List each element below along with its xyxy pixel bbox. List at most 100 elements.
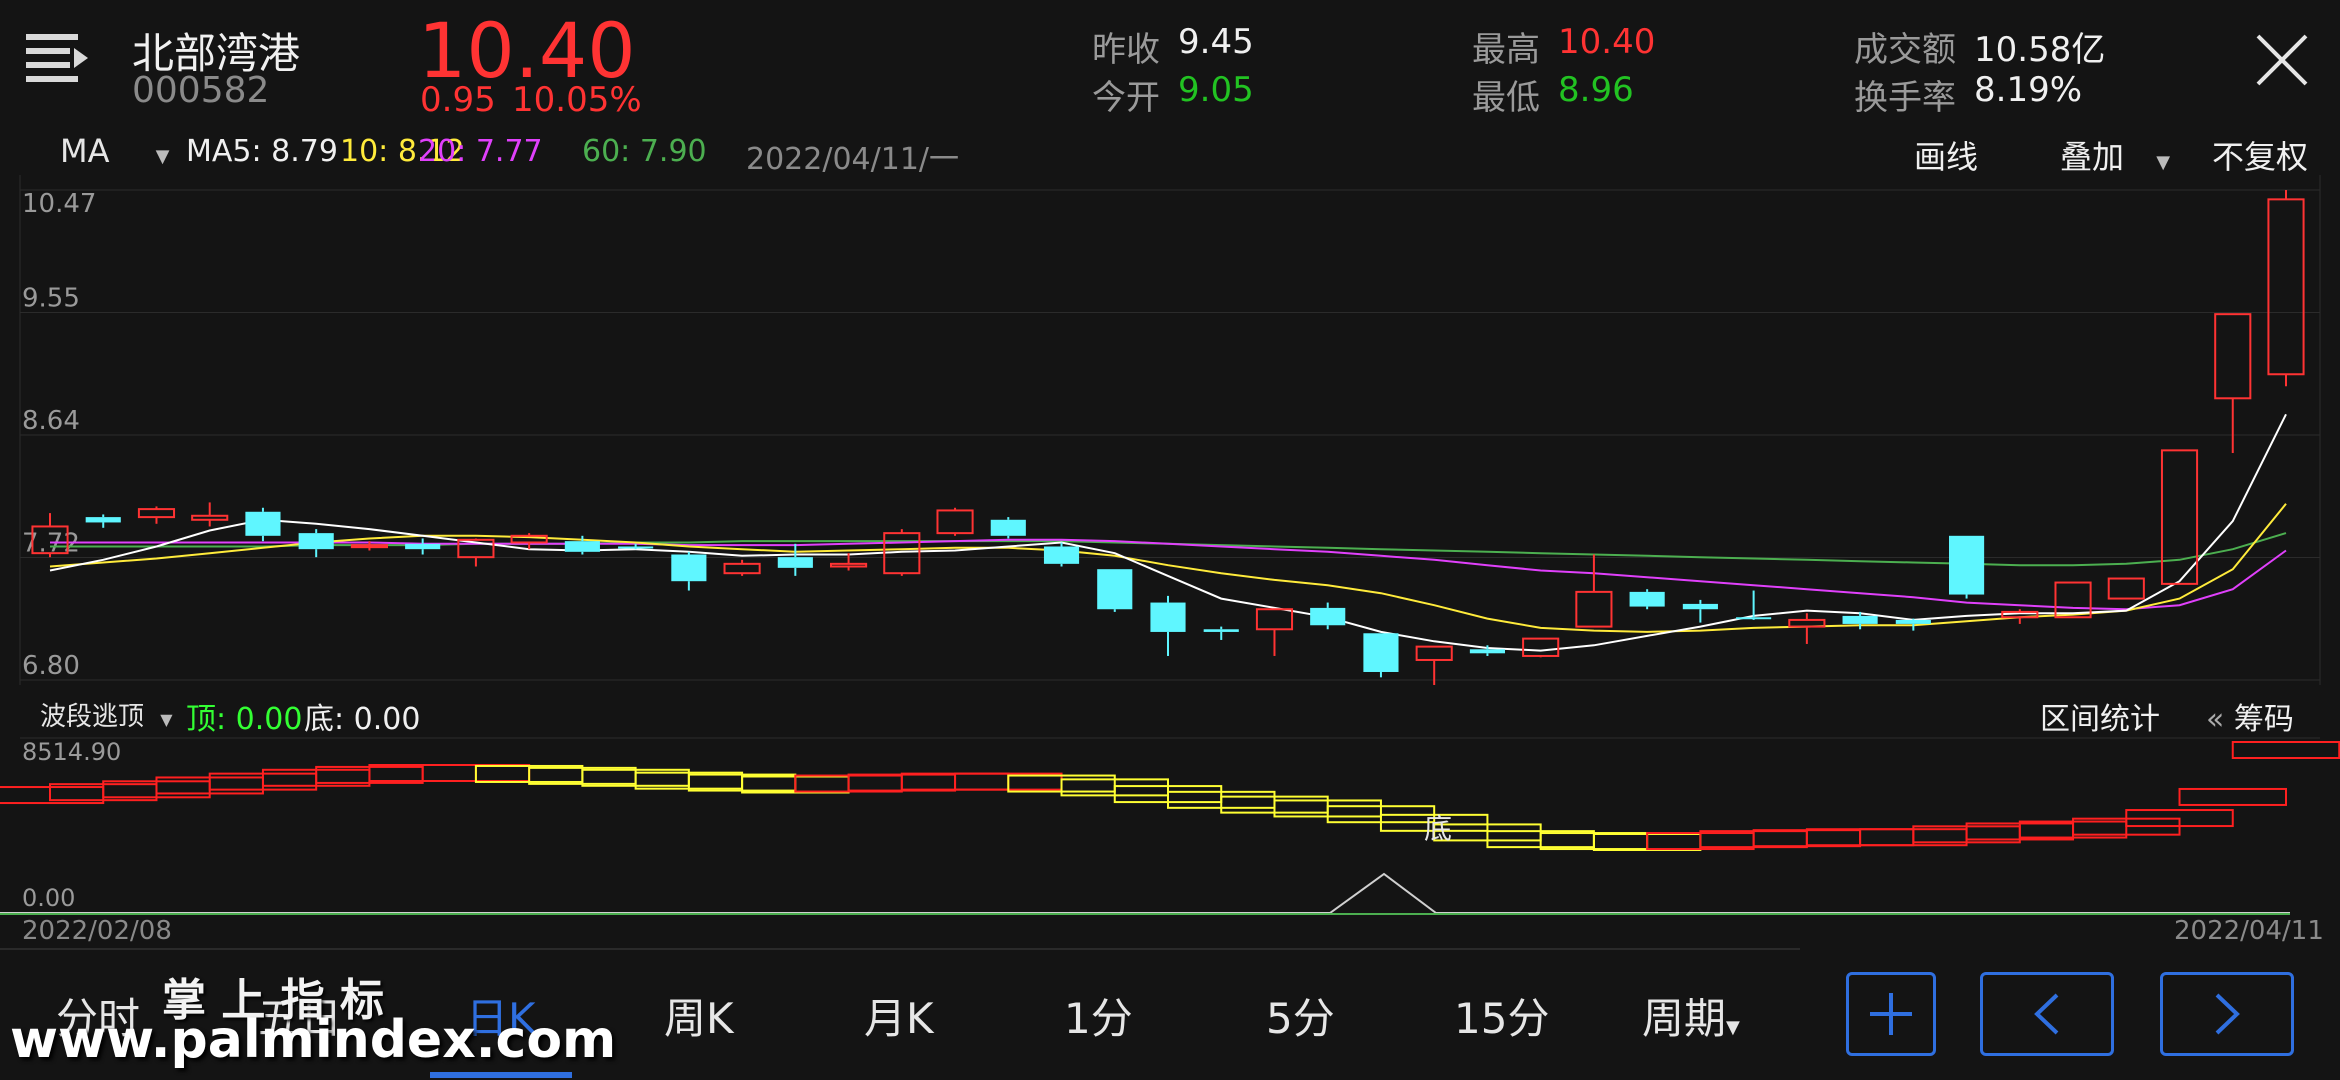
plus-icon (1870, 993, 1912, 1035)
prev-button[interactable] (1980, 972, 2114, 1056)
chevron-left-icon (2034, 993, 2059, 1035)
low-label: 最低 (1472, 78, 1540, 118)
candle-body (1522, 637, 1560, 657)
bottom-marker-label: 底 (1424, 812, 1452, 845)
candle (1788, 613, 1826, 644)
bottom-signal-line (0, 872, 2290, 914)
ma-selector-label: MA (60, 132, 110, 170)
candle-body (564, 541, 600, 552)
active-tab-indicator (430, 1072, 572, 1078)
prev-close-label: 昨收 (1092, 30, 1160, 70)
start-date: 2022/02/08 (22, 916, 172, 946)
candle (990, 517, 1026, 539)
candle-body (2107, 577, 2145, 600)
tab-period-label: 周期 (1642, 994, 1727, 1043)
turnover-label: 成交额 (1854, 30, 1956, 70)
candle-body (1736, 617, 1772, 620)
add-button[interactable] (1846, 972, 1936, 1056)
candle-body (1895, 619, 1931, 624)
candle (1363, 633, 1399, 678)
price-change-pct: 10.05% (512, 80, 642, 120)
prev-close-value: 9.45 (1178, 22, 1254, 62)
candle-body (1255, 608, 1294, 631)
candle-body (1629, 591, 1665, 607)
open-value: 9.05 (1178, 70, 1254, 110)
high-value: 10.40 (1558, 22, 1656, 62)
candle-body (618, 546, 654, 549)
candle (1575, 554, 1613, 628)
next-button[interactable] (2160, 972, 2294, 1056)
candle-body (2214, 313, 2252, 400)
dropdown-icon: ▼ (155, 146, 170, 167)
candle-body (1575, 590, 1613, 628)
price-change: 0.95 (420, 80, 496, 120)
tab-5min[interactable]: 5分 (1266, 985, 1335, 1046)
menu-icon[interactable] (26, 30, 90, 86)
candle (298, 529, 334, 558)
candle (2214, 313, 2252, 454)
y-tick-label: 6.80 (22, 651, 80, 681)
overlay-button[interactable]: 叠加 ▼ (2060, 132, 2170, 178)
candle-body (1842, 615, 1878, 624)
candle (2160, 449, 2199, 585)
ma20-value: 20: 7.77 (418, 134, 543, 169)
y-tick-label: 10.47 (22, 189, 96, 219)
candle-body (1043, 546, 1080, 564)
candle-body (936, 509, 974, 535)
candle (777, 543, 813, 576)
tab-period[interactable]: 周期▼ (1642, 985, 1740, 1046)
end-date: 2022/04/11 (2174, 916, 2324, 946)
candle (1629, 589, 1665, 610)
candle (1310, 602, 1346, 630)
tab-week-k[interactable]: 周K (664, 985, 734, 1046)
tab-month-k[interactable]: 月K (864, 985, 934, 1046)
candle-body (1203, 629, 1239, 632)
candle (1522, 637, 1560, 658)
candle (245, 507, 281, 542)
open-label: 今开 (1092, 78, 1160, 118)
candle (191, 502, 229, 527)
adjust-button[interactable]: 不复权 (2212, 132, 2308, 178)
candle (830, 553, 868, 571)
turnover-rate-label: 换手率 (1854, 78, 1956, 118)
candle (1682, 599, 1718, 623)
candle-body (405, 543, 441, 550)
close-icon[interactable] (2254, 32, 2310, 88)
candle (671, 551, 707, 591)
band-indicator-chart[interactable]: 8514.90 0.00 底 (0, 730, 2340, 920)
band-step (2231, 741, 2340, 759)
band-step (2178, 787, 2288, 806)
candle-body (2267, 198, 2305, 376)
candle-body (1150, 602, 1186, 632)
candle-body (1363, 633, 1399, 672)
candle (2267, 190, 2305, 387)
dropdown-icon: ▼ (1726, 1017, 1740, 1038)
candle-body (1949, 535, 1985, 595)
candle-body (1469, 649, 1505, 654)
candlestick-chart[interactable]: 10.479.558.647.726.80 (0, 175, 2340, 685)
overlay-label: 叠加 (2060, 138, 2125, 176)
draw-line-button[interactable]: 画线 (1914, 132, 1978, 178)
sub-indicator-name: 波段逃顶 (40, 702, 145, 732)
high-label: 最高 (1472, 30, 1540, 70)
divider (0, 948, 1800, 950)
sub-axis-max: 8514.90 (22, 738, 121, 766)
candle (2107, 577, 2145, 600)
low-value: 8.96 (1558, 70, 1634, 110)
ma5-value: MA5: 8.79 (186, 134, 338, 169)
candle-body (245, 511, 281, 536)
candle-body (990, 519, 1026, 536)
y-tick-label: 8.64 (22, 406, 80, 436)
candle-body (350, 544, 388, 549)
dropdown-icon: ▼ (2156, 152, 2171, 173)
sub-indicator-selector[interactable]: 波段逃顶 ▼ (40, 696, 173, 733)
candle-body (777, 557, 813, 568)
candle (1255, 608, 1294, 656)
tab-1min[interactable]: 1分 (1064, 985, 1133, 1046)
candle (1097, 569, 1133, 612)
tab-15min[interactable]: 15分 (1454, 985, 1549, 1046)
stock-code: 000582 (132, 70, 270, 111)
candle (1043, 542, 1080, 567)
ma-selector[interactable]: MA ▼ (60, 132, 170, 170)
candle-body (137, 508, 176, 519)
